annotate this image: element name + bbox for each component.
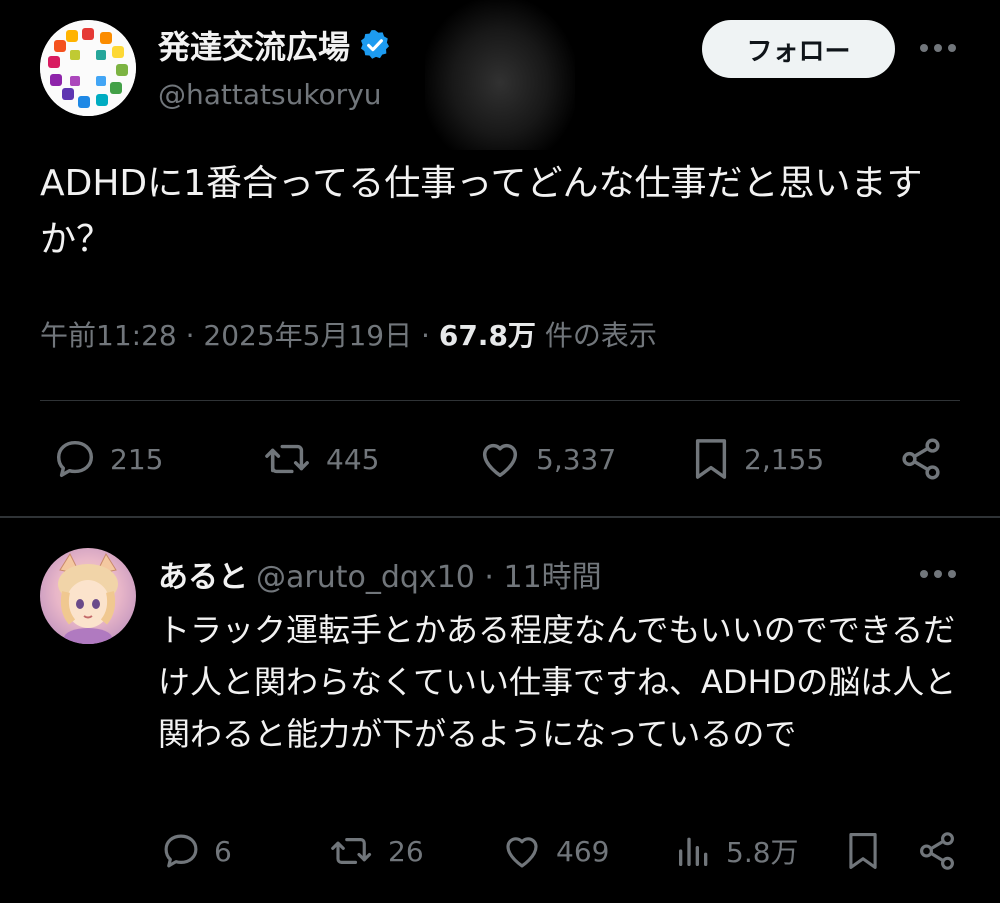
- author-handle[interactable]: @hattatsukoryu: [158, 78, 382, 111]
- like-button[interactable]: 5,337: [476, 436, 616, 482]
- author-name[interactable]: 発達交流広場: [158, 22, 392, 68]
- tweet-actions: 215 445 5,337 2,155: [0, 432, 1000, 488]
- views-label: 件の表示: [544, 319, 657, 352]
- tweet-date[interactable]: 2025年5月19日: [203, 319, 412, 352]
- author-name-label: 発達交流広場: [158, 28, 351, 66]
- like-icon: [482, 443, 518, 478]
- meta-dot: ·: [474, 560, 504, 595]
- reply-author-handle[interactable]: @aruto_dqx10: [256, 560, 475, 595]
- share-button[interactable]: [898, 436, 944, 482]
- reply-button[interactable]: 6: [160, 830, 232, 872]
- reply-icon: [164, 834, 198, 868]
- reply-button[interactable]: 215: [52, 436, 163, 482]
- reply-count: 6: [214, 834, 232, 868]
- views-count: 5.8万: [726, 836, 799, 869]
- retweet-button[interactable]: 445: [262, 436, 379, 482]
- bookmark-button[interactable]: [844, 830, 882, 872]
- reply-author-name[interactable]: あると: [158, 560, 248, 595]
- verified-badge-icon: [358, 28, 392, 62]
- views-button[interactable]: 5.8万: [674, 830, 799, 872]
- reply-avatar[interactable]: [40, 548, 136, 644]
- retweet-icon: [331, 838, 372, 864]
- reply-header: あると @aruto_dqx10 · 11時間: [158, 552, 602, 596]
- more-icon[interactable]: [915, 562, 961, 586]
- bookmark-icon: [849, 833, 877, 869]
- tweet-text: ADHDに1番合ってる仕事ってどんな仕事だと思いますか？: [40, 163, 923, 260]
- more-icon[interactable]: [915, 36, 961, 60]
- background-portrait: [425, 0, 575, 150]
- reply-actions: 6 26 469 5.8万: [0, 826, 1000, 882]
- tweet-meta: 午前11:28 · 2025年5月19日 · 67.8万 件の表示: [40, 314, 657, 354]
- meta-dot: ·: [185, 319, 204, 352]
- share-button[interactable]: [916, 830, 958, 872]
- retweet-count: 445: [326, 442, 380, 476]
- like-count: 469: [556, 834, 610, 868]
- views-count: 67.8万: [438, 319, 536, 352]
- like-button[interactable]: 469: [500, 830, 609, 872]
- avatar[interactable]: [40, 20, 136, 116]
- divider: [40, 400, 960, 401]
- retweet-icon: [265, 444, 309, 474]
- retweet-count: 26: [388, 834, 424, 868]
- share-icon: [920, 832, 954, 870]
- reply-icon: [56, 440, 94, 478]
- reply-time[interactable]: 11時間: [503, 560, 601, 595]
- reply-text: トラック運転手とかある程度なんでもいいのでできるだけ人と関わらなくていい仕事です…: [158, 611, 957, 753]
- share-icon: [902, 438, 940, 480]
- puzzle-logo-icon: [40, 20, 136, 116]
- bookmark-count: 2,155: [744, 442, 825, 476]
- meta-dot: ·: [421, 319, 439, 352]
- like-icon: [506, 837, 538, 868]
- views-icon: [679, 837, 708, 866]
- bookmark-button[interactable]: 2,155: [690, 436, 824, 482]
- like-count: 5,337: [536, 442, 617, 476]
- section-separator: [0, 516, 1000, 518]
- bookmark-icon: [695, 439, 727, 479]
- tweet-time[interactable]: 午前11:28: [40, 319, 177, 352]
- reply-count: 215: [110, 442, 164, 476]
- character-avatar-icon: [58, 552, 118, 644]
- follow-button[interactable]: フォロー: [702, 20, 895, 78]
- retweet-button[interactable]: 26: [328, 830, 424, 872]
